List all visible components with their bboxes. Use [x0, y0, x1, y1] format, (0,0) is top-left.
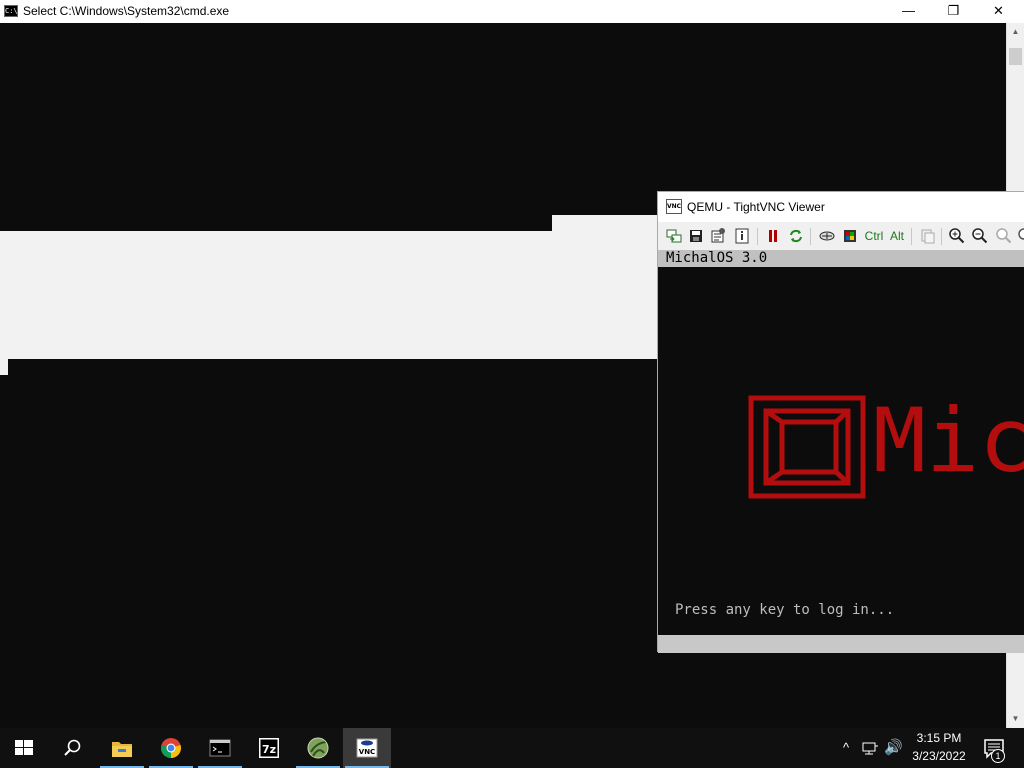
zoom-100-icon[interactable]: [995, 227, 1013, 245]
cmd-window-title: Select C:\Windows\System32\cmd.exe: [23, 4, 230, 18]
close-button[interactable]: ✕: [976, 0, 1021, 23]
ctrl-esc-icon[interactable]: [841, 227, 859, 245]
michalos-logo-icon: [748, 395, 866, 499]
command-prompt-button[interactable]: [196, 728, 244, 768]
vnc-viewer-window[interactable]: VNC QEMU - TightVNC Viewer Ctrl Alt Mich…: [657, 191, 1024, 653]
network-icon[interactable]: [861, 740, 879, 756]
vnc-window-title: QEMU - TightVNC Viewer: [687, 200, 825, 214]
vnc-icon-label: VNC: [359, 748, 375, 756]
text-selection-highlight: [0, 231, 658, 359]
options-icon[interactable]: [709, 227, 727, 245]
cmd-titlebar[interactable]: C:\ Select C:\Windows\System32\cmd.exe —…: [0, 0, 1024, 23]
toolbar-separator: [757, 228, 758, 245]
chrome-button[interactable]: [147, 728, 195, 768]
text-selection-highlight: [552, 215, 658, 231]
clock-date[interactable]: 3/23/2022: [906, 749, 972, 763]
refresh-icon[interactable]: [787, 227, 805, 245]
info-icon[interactable]: [733, 227, 751, 245]
restore-button[interactable]: ❐: [931, 0, 976, 23]
zoom-out-icon[interactable]: [971, 227, 989, 245]
7zip-button[interactable]: 7z: [245, 728, 293, 768]
pause-icon[interactable]: [764, 227, 782, 245]
notification-count-badge: 1: [991, 749, 1005, 763]
vnc-remote-screen[interactable]: MichalOS 3.0 Mich Press any key to log i…: [658, 250, 1024, 635]
cmd-icon: C:\: [4, 5, 18, 17]
scroll-down-arrow-icon[interactable]: ▼: [1007, 710, 1024, 728]
clipboard-icon[interactable]: [919, 227, 937, 245]
alt-key-button[interactable]: Alt: [887, 227, 907, 245]
os-logo-text: Mich: [873, 389, 1024, 492]
vnc-titlebar[interactable]: VNC QEMU - TightVNC Viewer: [658, 192, 1024, 222]
network-app-button[interactable]: [294, 728, 342, 768]
ctrl-key-button[interactable]: Ctrl: [863, 227, 885, 245]
os-title-bar: MichalOS 3.0: [658, 250, 1024, 267]
search-button[interactable]: [48, 728, 96, 768]
zoom-in-icon[interactable]: [948, 227, 966, 245]
clock-time[interactable]: 3:15 PM: [910, 731, 968, 745]
7zip-icon-label: 7z: [262, 743, 276, 756]
ctrl-alt-del-icon[interactable]: [818, 227, 836, 245]
vnc-status-bar: [658, 635, 1024, 653]
login-prompt: Press any key to log in...: [675, 602, 895, 618]
minimize-button[interactable]: —: [886, 0, 931, 23]
chrome-icon: [161, 738, 181, 758]
new-connection-icon[interactable]: [665, 227, 683, 245]
file-explorer-button[interactable]: [98, 728, 146, 768]
start-button[interactable]: [0, 728, 48, 768]
volume-icon[interactable]: 🔊: [884, 739, 906, 757]
scroll-up-arrow-icon[interactable]: ▲: [1007, 23, 1024, 41]
vnc-toolbar: Ctrl Alt: [658, 223, 1024, 249]
taskbar: 7z VNC ^ 🔊 3:15 PM 3/23/2022 1: [0, 728, 1024, 768]
search-icon: [64, 739, 81, 756]
vnc-icon: VNC: [356, 738, 378, 758]
toolbar-separator: [810, 228, 811, 245]
vnc-app-icon: VNC: [666, 199, 682, 214]
text-selection-highlight: [0, 359, 8, 375]
globe-icon: [307, 737, 329, 759]
save-icon[interactable]: [687, 227, 705, 245]
scrollbar-thumb[interactable]: [1009, 48, 1022, 65]
folder-icon: [112, 742, 132, 757]
zoom-fit-icon[interactable]: [1017, 227, 1024, 245]
windows-logo-icon: [15, 740, 33, 755]
toolbar-separator: [941, 228, 942, 245]
toolbar-separator: [911, 228, 912, 245]
os-name-label: MichalOS 3.0: [666, 250, 768, 266]
7zip-icon: 7z: [259, 738, 279, 758]
cmd-icon: [209, 739, 231, 757]
tightvnc-button[interactable]: VNC: [343, 728, 391, 768]
show-hidden-icons-chevron-icon[interactable]: ^: [838, 740, 854, 756]
